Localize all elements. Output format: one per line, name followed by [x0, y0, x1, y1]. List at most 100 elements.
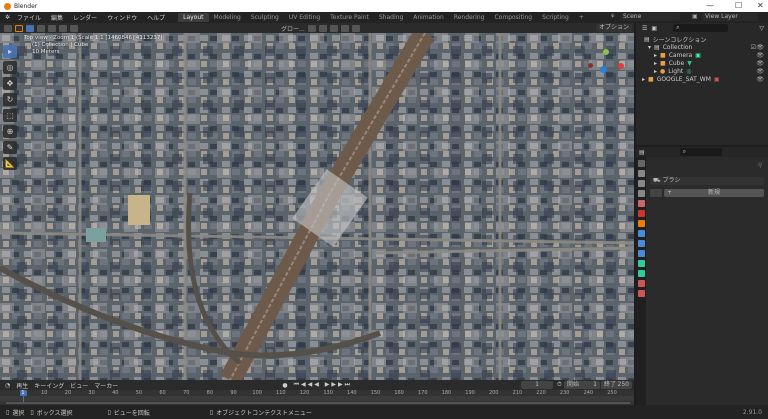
auto-keying-icon[interactable]: ●	[282, 382, 287, 389]
tab-animation[interactable]: Animation	[408, 13, 449, 22]
texture-tab-icon[interactable]	[637, 290, 645, 297]
world-tab-icon[interactable]	[637, 210, 645, 217]
exclude-checkbox[interactable]: ☑	[751, 44, 756, 51]
select-mode-extend-icon[interactable]	[37, 24, 45, 32]
move-tool-icon[interactable]: ✥	[3, 77, 17, 90]
3d-viewport[interactable]	[0, 33, 634, 380]
timeline-scrollbar[interactable]	[6, 402, 630, 404]
display-mode-icon[interactable]: ☰	[642, 25, 647, 32]
gizmo-y-axis-icon[interactable]	[603, 49, 609, 55]
select-mode-invert-icon[interactable]	[59, 24, 67, 32]
maximize-button[interactable]: ☐	[735, 1, 742, 10]
tool-tab-icon[interactable]	[637, 160, 645, 167]
visibility-eye-icon[interactable]: 👁	[756, 76, 764, 83]
render-tab-icon[interactable]	[637, 170, 645, 177]
tab-sculpting[interactable]: Sculpting	[246, 13, 284, 22]
transform-tool-icon[interactable]: ⊕	[3, 125, 17, 138]
current-frame-field[interactable]: 1	[521, 381, 553, 389]
snap-icon[interactable]	[318, 24, 327, 32]
texture-preview-icon[interactable]	[650, 189, 662, 197]
brush-selector[interactable]: ⛟ ブラシ	[650, 177, 764, 185]
pivot-icon[interactable]	[307, 24, 316, 32]
menu-help[interactable]: ヘルプ	[142, 13, 170, 22]
object-tab-icon[interactable]	[637, 220, 645, 227]
tab-rendering[interactable]: Rendering	[449, 13, 490, 22]
output-tab-icon[interactable]	[637, 180, 645, 187]
visibility-eye-icon[interactable]: 👁	[756, 68, 764, 75]
editor-type-icon[interactable]: ◔	[5, 382, 10, 389]
options-dropdown[interactable]: オプション	[595, 24, 632, 32]
scale-tool-icon[interactable]: ⬚	[3, 109, 17, 122]
view-layer-selector[interactable]: View Layer	[702, 13, 758, 21]
orientation-dropdown[interactable]: グロー...	[281, 24, 305, 33]
scene-tab-icon[interactable]	[637, 200, 645, 207]
filter-view-icon[interactable]: ▣	[651, 25, 657, 32]
stopwatch-icon[interactable]: ⏱	[557, 381, 562, 389]
outliner-row-collection[interactable]: ▾ ▤ Collection ☑ 👁	[636, 43, 768, 51]
material-tab-icon[interactable]	[637, 280, 645, 287]
tab-shading[interactable]: Shading	[374, 13, 408, 22]
tab-modeling[interactable]: Modeling	[209, 13, 246, 22]
snap-target-icon[interactable]	[329, 24, 338, 32]
view-layer-tab-icon[interactable]	[637, 190, 645, 197]
blender-menu-icon[interactable]: ✲	[5, 14, 10, 21]
outliner-row-light[interactable]: ▸ ● Light ◎ 👁	[636, 67, 768, 75]
physics-tab-icon[interactable]	[637, 250, 645, 257]
gizmo-x-axis-icon[interactable]	[618, 63, 624, 69]
menu-render[interactable]: レンダー	[68, 13, 102, 22]
visibility-eye-icon[interactable]: 👁	[756, 44, 764, 51]
data-tab-icon[interactable]	[637, 270, 645, 277]
minimize-button[interactable]: —	[706, 1, 714, 10]
start-frame-field[interactable]: 開始 1	[564, 381, 600, 389]
outliner-row-cube[interactable]: ▸ ■ Cube ▼ 👁	[636, 59, 768, 67]
select-mode-new-icon[interactable]	[26, 24, 34, 32]
tab-layout[interactable]: Layout	[178, 13, 209, 22]
add-workspace-button[interactable]: +	[574, 13, 589, 22]
scene-selector[interactable]: Scene	[620, 13, 680, 21]
outliner-row-camera[interactable]: ▸ ■ Camera ▣ 👁	[636, 51, 768, 59]
pin-icon[interactable]: ⚲	[758, 162, 762, 169]
visibility-eye-icon[interactable]: 👁	[756, 52, 764, 59]
cursor-tool-icon[interactable]: ◎	[3, 61, 17, 74]
tab-texture-paint[interactable]: Texture Paint	[325, 13, 374, 22]
expand-icon[interactable]: ▾	[648, 44, 651, 51]
select-mode-subtract-icon[interactable]	[48, 24, 56, 32]
select-mode-intersect-icon[interactable]	[70, 24, 78, 32]
menu-view[interactable]: ビュー	[70, 381, 88, 390]
scene-collection-row[interactable]: ▤ シーンコレクション	[636, 35, 768, 44]
menu-window[interactable]: ウィンドウ	[102, 13, 142, 22]
expand-icon[interactable]: ▸	[654, 68, 657, 75]
visibility-eye-icon[interactable]: 👁	[756, 60, 764, 67]
measure-tool-icon[interactable]: 📐	[3, 157, 17, 170]
properties-search-input[interactable]: ⌕	[679, 148, 722, 156]
proportional-edit-icon[interactable]	[340, 24, 349, 32]
menu-file[interactable]: ファイル	[12, 13, 46, 22]
outliner-row-google-sat[interactable]: ▸ ■ GOOGLE_SAT_WM ▣ 👁	[636, 75, 768, 83]
menu-edit[interactable]: 編集	[46, 13, 68, 22]
select-tool-icon[interactable]	[15, 24, 23, 32]
menu-keying[interactable]: キーイング	[34, 381, 64, 390]
expand-icon[interactable]: ▸	[654, 52, 657, 59]
close-button[interactable]: ✕	[757, 1, 764, 10]
tab-uv-editing[interactable]: UV Editing	[284, 13, 325, 22]
menu-playback[interactable]: 再生	[16, 381, 28, 390]
playback-controls[interactable]: ⏮◀◀◀ ▶▶▶⏭	[294, 381, 352, 389]
rotate-tool-icon[interactable]: ↻	[3, 93, 17, 106]
outliner-search-input[interactable]: ⌕	[673, 24, 729, 32]
filter-icon[interactable]: ▽	[759, 25, 764, 32]
expand-icon[interactable]: ▸	[642, 76, 645, 83]
expand-icon[interactable]: ▸	[654, 60, 657, 67]
constraints-tab-icon[interactable]	[637, 260, 645, 267]
editor-type-button[interactable]	[4, 24, 12, 32]
particles-tab-icon[interactable]	[637, 240, 645, 247]
editor-type-icon[interactable]: ▤	[639, 149, 645, 156]
select-box-tool-icon[interactable]: ▸	[3, 45, 17, 58]
modifier-tab-icon[interactable]	[637, 230, 645, 237]
gizmo-neg-x-icon[interactable]	[588, 63, 593, 68]
frame-ruler[interactable]: 1 10 20 30 40 50 60 70 80 90 100 110 120 130 140 150 160…	[0, 390, 634, 405]
menu-marker[interactable]: マーカー	[94, 381, 118, 390]
gizmo-z-axis-icon[interactable]	[600, 66, 607, 73]
falloff-icon[interactable]	[351, 24, 360, 32]
annotate-tool-icon[interactable]: ✎	[3, 141, 17, 154]
tab-compositing[interactable]: Compositing	[489, 13, 537, 22]
